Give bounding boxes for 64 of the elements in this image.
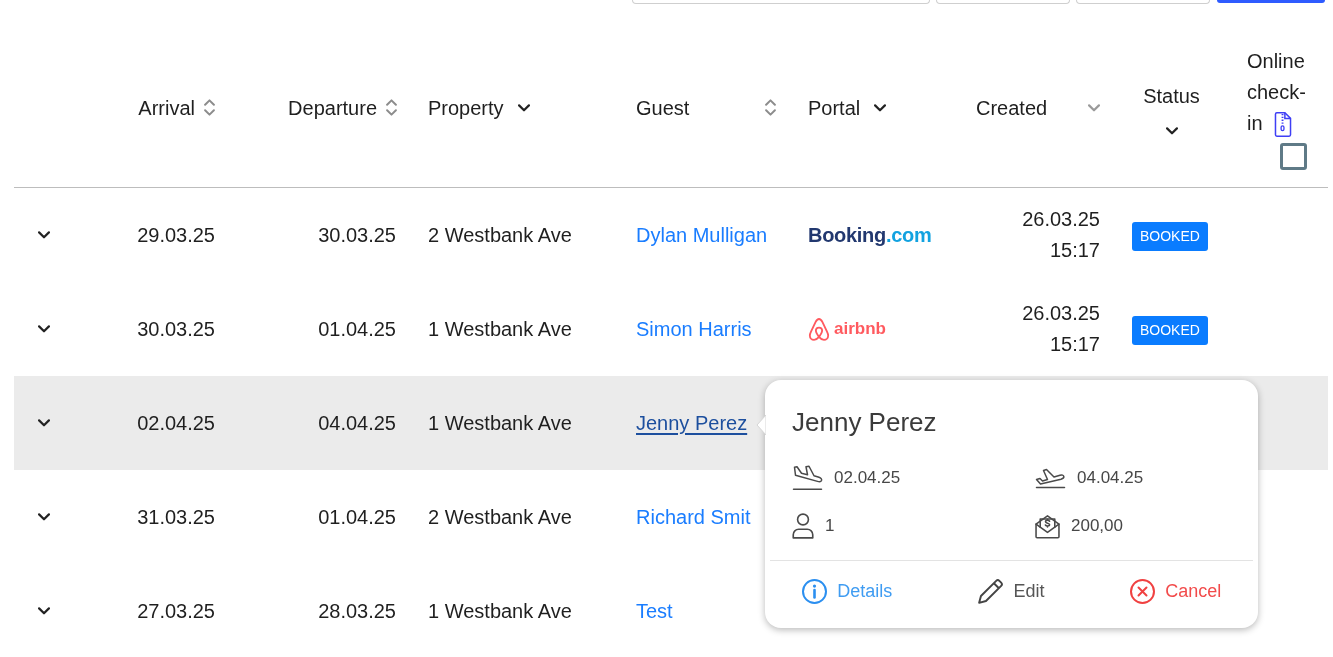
chevron-icon[interactable]: [38, 325, 50, 333]
status-badge: BOOKED: [1132, 316, 1208, 345]
column-header[interactable]: Created: [976, 92, 1048, 123]
column-header[interactable]: Portal: [808, 92, 861, 123]
status-badge: BOOKED: [1132, 222, 1208, 251]
info-icon: [802, 578, 828, 604]
portal-logo: airbnb: [834, 318, 886, 341]
sort-icon[interactable]: [765, 99, 776, 116]
departure-date: 01.04.25: [318, 506, 396, 528]
price-amount: 200,00: [1071, 515, 1123, 538]
created-time: 15:17: [1049, 239, 1100, 261]
cancel-button[interactable]: Cancel: [1130, 577, 1222, 605]
person-icon: [792, 513, 814, 539]
money-envelope-icon: [1035, 513, 1060, 539]
pencil-icon: [978, 578, 1004, 604]
landing-plane-icon: [792, 465, 823, 491]
column-header[interactable]: Online check-in: [1247, 45, 1313, 139]
logo-symbol-icon: [808, 316, 830, 342]
departure-date: 28.03.25: [318, 600, 396, 622]
property-name: 2 Westbank Ave: [428, 224, 572, 246]
popover-title: Jenny Perez: [792, 406, 938, 438]
guest-link[interactable]: Jenny Perez: [636, 412, 748, 434]
departure-date: 04.04.25: [318, 412, 396, 434]
created-date: 26.03.25: [1022, 208, 1100, 230]
zip-file-icon[interactable]: [1274, 111, 1292, 137]
cancel-icon: [1130, 578, 1156, 604]
arrival-date: 30.03.25: [137, 318, 215, 340]
caret-icon[interactable]: [517, 103, 530, 112]
portal-logo: Booking.com: [808, 223, 932, 248]
checkbox[interactable]: [1280, 142, 1307, 170]
chevron-icon[interactable]: [38, 231, 50, 239]
departure-date: 04.04.25: [1077, 467, 1144, 490]
arrival-date: 29.03.25: [137, 224, 215, 246]
column-header[interactable]: Guest: [636, 92, 690, 123]
chevron-icon[interactable]: [38, 513, 50, 521]
caret-icon[interactable]: [874, 103, 887, 112]
guest-link[interactable]: Test: [636, 600, 673, 622]
arrival-date: 31.03.25: [137, 506, 215, 528]
caret-icon[interactable]: [1165, 126, 1178, 135]
column-header[interactable]: Arrival: [138, 92, 195, 123]
chevron-icon[interactable]: [38, 607, 50, 615]
departure-date: 01.04.25: [318, 318, 396, 340]
property-name: 1 Westbank Ave: [428, 318, 572, 340]
edit-button[interactable]: Edit: [978, 577, 1045, 605]
arrival-date: 02.04.25: [834, 467, 901, 490]
column-header[interactable]: Departure: [288, 92, 377, 123]
guest-link[interactable]: Dylan Mulligan: [636, 224, 768, 246]
property-name: 1 Westbank Ave: [428, 600, 572, 622]
column-header[interactable]: Property: [428, 92, 504, 123]
guest-count: 1: [825, 515, 835, 538]
sort-icon[interactable]: [204, 99, 215, 116]
created-date: 26.03.25: [1022, 302, 1100, 324]
created-time: 15:17: [1049, 333, 1100, 355]
guest-link[interactable]: Richard Smit: [636, 506, 751, 528]
arrival-date: 27.03.25: [137, 600, 215, 622]
departure-date: 30.03.25: [318, 224, 396, 246]
property-name: 2 Westbank Ave: [428, 506, 572, 528]
sort-icon[interactable]: [386, 99, 397, 116]
arrival-date: 02.04.25: [137, 412, 215, 434]
guest-link[interactable]: Simon Harris: [636, 318, 752, 340]
column-header[interactable]: Status: [1143, 80, 1200, 111]
property-name: 1 Westbank Ave: [428, 412, 572, 434]
takeoff-plane-icon: [1035, 467, 1066, 489]
chevron-icon[interactable]: [38, 419, 50, 427]
